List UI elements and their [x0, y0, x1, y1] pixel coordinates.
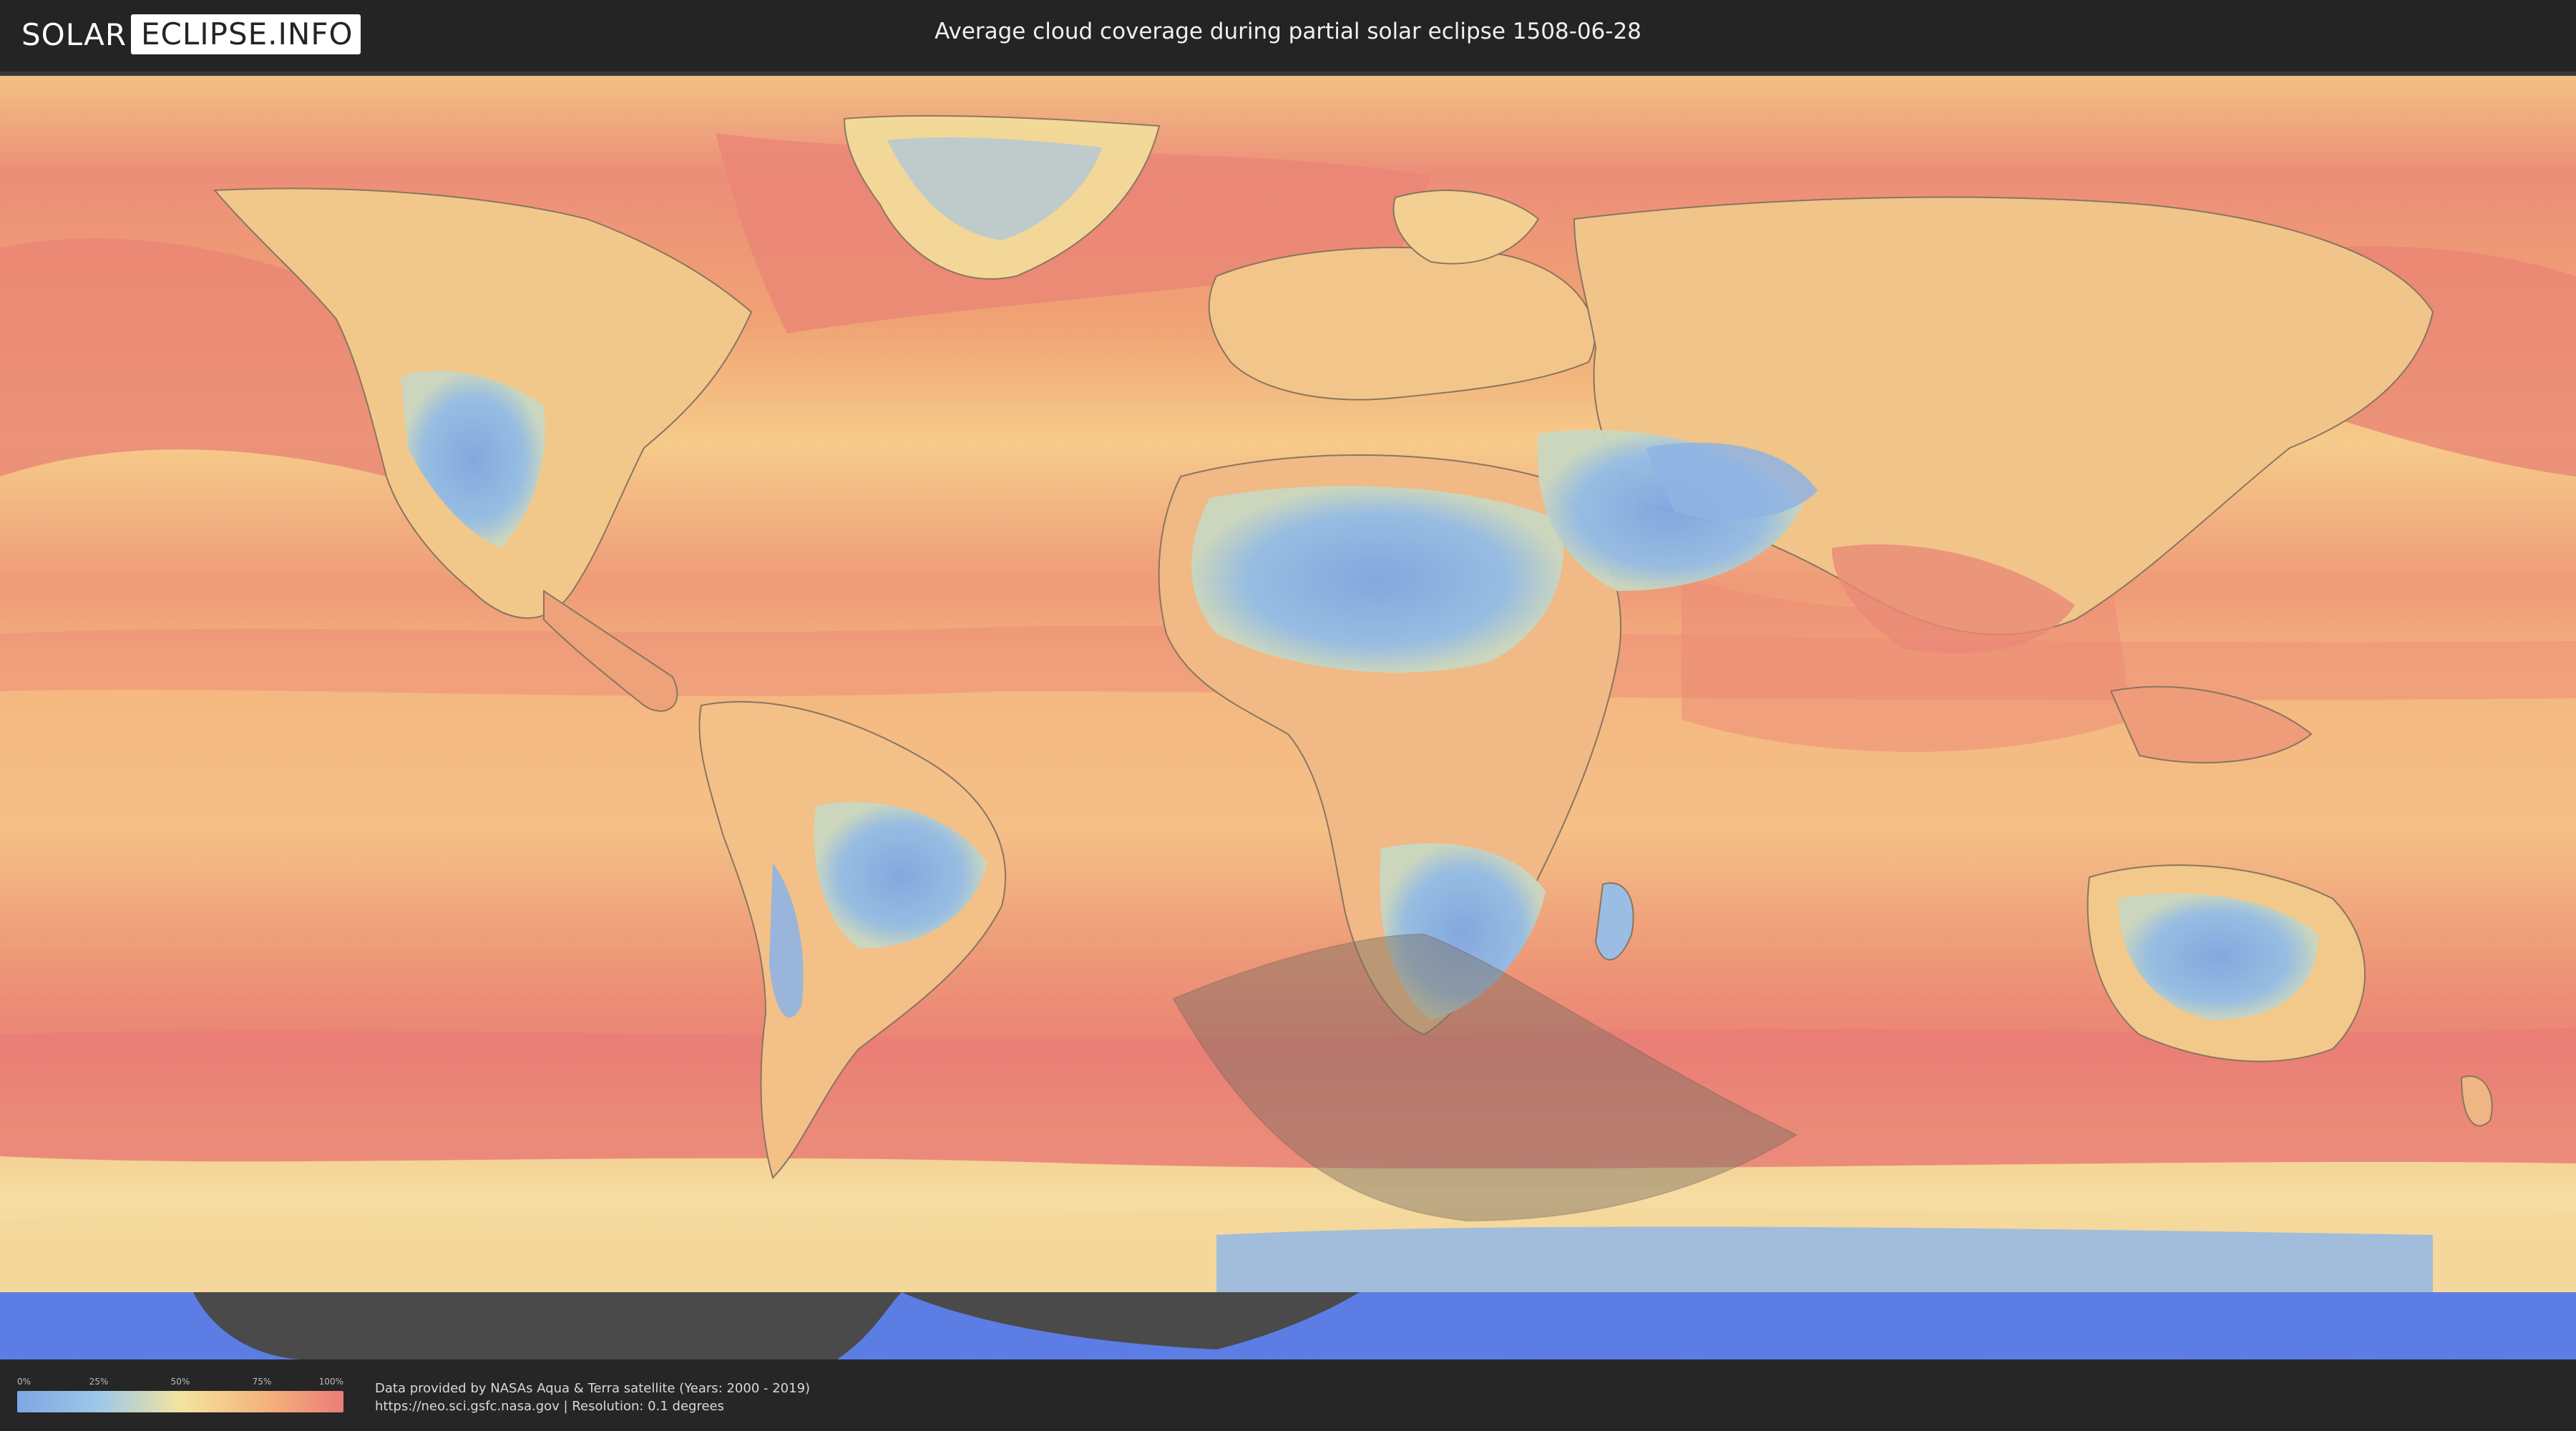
legend-color-bar [17, 1391, 343, 1412]
credit-source: Data provided by NASAs Aqua & Terra sate… [375, 1381, 811, 1396]
no-data-shadow [193, 1292, 902, 1359]
credit-url[interactable]: https://neo.sci.gsfc.nasa.gov | Resoluti… [375, 1397, 810, 1415]
legend-ticks: 0% 25% 50% 75% 100% [17, 1377, 343, 1391]
page-title: Average cloud coverage during partial so… [935, 19, 1641, 44]
legend-tick-0: 0% [17, 1377, 31, 1387]
sahara-clear [1191, 486, 1564, 673]
cloud-coverage-legend: 0% 25% 50% 75% 100% [17, 1377, 343, 1418]
footer-bar: 0% 25% 50% 75% 100% Data provided by NAS… [0, 1359, 2576, 1431]
legend-tick-50: 50% [170, 1377, 190, 1387]
legend-tick-75: 75% [252, 1377, 272, 1387]
header-bar: SOLAR ECLIPSE.INFO Average cloud coverag… [0, 0, 2576, 76]
legend-tick-25: 25% [89, 1377, 109, 1387]
data-credits: Data provided by NASAs Aqua & Terra sate… [375, 1379, 810, 1415]
cloud-coverage-map[interactable] [0, 76, 2576, 1359]
legend-tick-100: 100% [318, 1377, 343, 1387]
europe [1208, 247, 1596, 401]
antarctica-clear-east [1216, 1226, 2433, 1292]
